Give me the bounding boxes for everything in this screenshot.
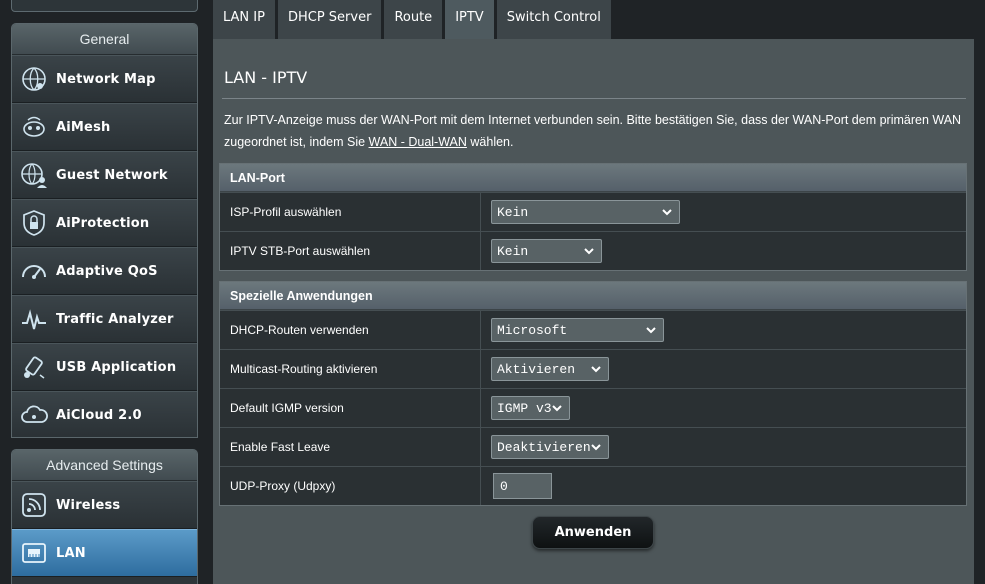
table-row: Multicast-Routing aktivieren Aktivieren bbox=[220, 349, 966, 388]
aimesh-icon bbox=[12, 107, 56, 147]
sidebar-item-label: USB Application bbox=[56, 359, 177, 375]
general-menu-header: General bbox=[12, 24, 197, 55]
isp-profile-label: ISP-Profil auswählen bbox=[220, 193, 481, 231]
network-map-icon bbox=[12, 59, 56, 99]
stb-port-select[interactable]: Kein bbox=[491, 239, 602, 263]
adaptive-qos-icon bbox=[12, 251, 56, 291]
dhcp-routes-label: DHCP-Routen verwenden bbox=[220, 311, 481, 349]
apply-button[interactable]: Anwenden bbox=[532, 516, 654, 549]
sidebar-item-network-map[interactable]: Network Map bbox=[12, 55, 197, 103]
chevron-down-icon bbox=[591, 366, 601, 373]
sidebar-item-label: AiProtection bbox=[56, 215, 150, 231]
chevron-down-icon bbox=[552, 405, 562, 412]
igmp-version-value: IGMP v3 bbox=[497, 400, 552, 416]
sidebar-item-aicloud[interactable]: AiCloud 2.0 bbox=[12, 391, 197, 437]
table-row: Enable Fast Leave Deaktivieren bbox=[220, 427, 966, 466]
page-title: LAN - IPTV bbox=[224, 68, 308, 87]
usb-application-icon bbox=[12, 347, 56, 387]
sidebar-item-aimesh[interactable]: AiMesh bbox=[12, 103, 197, 151]
sidebar-item-label: Adaptive QoS bbox=[56, 263, 158, 279]
igmp-version-label: Default IGMP version bbox=[220, 389, 481, 427]
intro-text: Zur IPTV-Anzeige muss der WAN-Port mit d… bbox=[224, 109, 968, 153]
wan-dual-wan-link[interactable]: WAN - Dual-WAN bbox=[369, 135, 467, 149]
table-row: ISP-Profil auswählen Kein bbox=[220, 192, 966, 231]
fast-leave-value: Deaktivieren bbox=[497, 439, 591, 455]
aiprotection-icon bbox=[12, 203, 56, 243]
sidebar-item-label: LAN bbox=[56, 545, 86, 561]
table-row: UDP-Proxy (Udpxy) bbox=[220, 466, 966, 505]
isp-profile-value: Kein bbox=[497, 204, 529, 220]
sidebar-item-label: AiCloud 2.0 bbox=[56, 407, 142, 423]
lan-icon bbox=[12, 533, 56, 573]
sidebar-item-label: Network Map bbox=[56, 71, 156, 87]
tab-iptv[interactable]: IPTV bbox=[445, 0, 494, 39]
general-menu: General Network Map AiMesh Guest Network… bbox=[11, 23, 198, 438]
dhcp-routes-value: Microsoft bbox=[497, 322, 568, 338]
chevron-down-icon bbox=[646, 327, 656, 334]
dhcp-routes-select[interactable]: Microsoft bbox=[491, 318, 664, 342]
sidebar-top-stub bbox=[11, 0, 198, 12]
multicast-routing-value: Aktivieren bbox=[497, 361, 576, 377]
chevron-down-icon bbox=[584, 248, 594, 255]
title-divider bbox=[222, 98, 966, 99]
sidebar-item-usb-application[interactable]: USB Application bbox=[12, 343, 197, 391]
isp-profile-select[interactable]: Kein bbox=[491, 200, 680, 224]
table-row: DHCP-Routen verwenden Microsoft bbox=[220, 310, 966, 349]
fast-leave-label: Enable Fast Leave bbox=[220, 428, 481, 466]
sidebar-item-label: AiMesh bbox=[56, 119, 111, 135]
guest-network-icon bbox=[12, 155, 56, 195]
tab-bar: LAN IP DHCP Server Route IPTV Switch Con… bbox=[213, 0, 614, 39]
stb-port-value: Kein bbox=[497, 243, 529, 259]
sidebar-item-lan[interactable]: LAN bbox=[12, 529, 197, 577]
lan-port-table: LAN-Port ISP-Profil auswählen Kein IPTV … bbox=[219, 163, 967, 271]
chevron-down-icon bbox=[662, 209, 672, 216]
intro-text-before: Zur IPTV-Anzeige muss der WAN-Port mit d… bbox=[224, 113, 962, 149]
sidebar-item-wireless[interactable]: Wireless bbox=[12, 481, 197, 529]
intro-text-after: wählen. bbox=[466, 135, 514, 149]
sidebar-item-traffic-analyzer[interactable]: Traffic Analyzer bbox=[12, 295, 197, 343]
multicast-routing-label: Multicast-Routing aktivieren bbox=[220, 350, 481, 388]
table-row: Default IGMP version IGMP v3 bbox=[220, 388, 966, 427]
multicast-routing-select[interactable]: Aktivieren bbox=[491, 357, 609, 381]
chevron-down-icon bbox=[591, 444, 601, 451]
traffic-analyzer-icon bbox=[12, 299, 56, 339]
tab-switch-control[interactable]: Switch Control bbox=[496, 0, 611, 39]
tab-route[interactable]: Route bbox=[384, 0, 443, 39]
table-row: IPTV STB-Port auswählen Kein bbox=[220, 231, 966, 270]
main-panel: LAN - IPTV Zur IPTV-Anzeige muss der WAN… bbox=[213, 39, 974, 584]
sidebar-item-guest-network[interactable]: Guest Network bbox=[12, 151, 197, 199]
aicloud-icon bbox=[12, 395, 56, 435]
wireless-icon bbox=[12, 485, 56, 525]
sidebar-item-adaptive-qos[interactable]: Adaptive QoS bbox=[12, 247, 197, 295]
udp-proxy-label: UDP-Proxy (Udpxy) bbox=[220, 467, 481, 505]
special-applications-table: Spezielle Anwendungen DHCP-Routen verwen… bbox=[219, 281, 967, 506]
fast-leave-select[interactable]: Deaktivieren bbox=[491, 435, 609, 459]
stb-port-label: IPTV STB-Port auswählen bbox=[220, 232, 481, 270]
sidebar-item-label: Traffic Analyzer bbox=[56, 311, 174, 327]
sidebar-item-label: Wireless bbox=[56, 497, 121, 513]
sidebar-item-label: Guest Network bbox=[56, 167, 168, 183]
tab-lan-ip[interactable]: LAN IP bbox=[213, 0, 275, 39]
advanced-settings-menu: Advanced Settings Wireless LAN bbox=[11, 449, 198, 584]
lan-port-header: LAN-Port bbox=[220, 164, 966, 192]
advanced-menu-header: Advanced Settings bbox=[12, 450, 197, 481]
sidebar-item-aiprotection[interactable]: AiProtection bbox=[12, 199, 197, 247]
igmp-version-select[interactable]: IGMP v3 bbox=[491, 396, 570, 420]
udp-proxy-input[interactable] bbox=[493, 473, 552, 499]
special-applications-header: Spezielle Anwendungen bbox=[220, 282, 966, 310]
tab-dhcp-server[interactable]: DHCP Server bbox=[277, 0, 382, 39]
